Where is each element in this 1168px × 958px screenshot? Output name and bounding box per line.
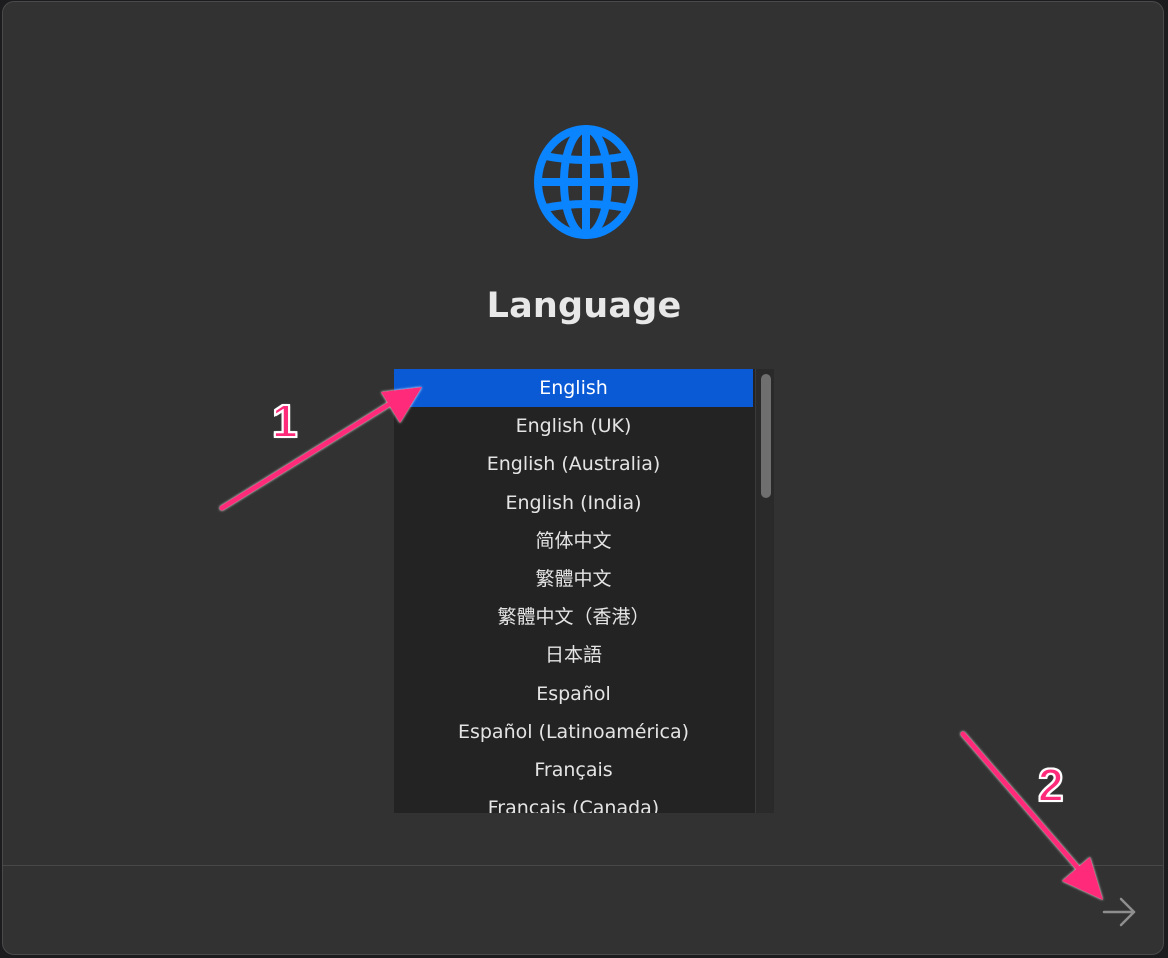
language-list[interactable]: English English (UK) English (Australia) En… (394, 369, 753, 813)
annotation-marker-1: 1 (271, 395, 299, 447)
language-list-container: English English (UK) English (Australia) En… (394, 369, 774, 813)
language-option[interactable]: Français (394, 751, 753, 789)
next-arrow-button[interactable] (1098, 894, 1140, 930)
language-option[interactable]: 繁體中文（香港） (394, 598, 753, 636)
page-title: Language (486, 286, 682, 326)
language-option[interactable]: English (Australia) (394, 445, 753, 483)
language-option[interactable]: 繁體中文 (394, 560, 753, 598)
footer-divider (3, 865, 1163, 866)
language-option[interactable]: 简体中文 (394, 522, 753, 560)
language-option[interactable]: Español (Latinoamérica) (394, 713, 753, 751)
language-option[interactable]: Español (394, 675, 753, 713)
language-option[interactable]: English (UK) (394, 407, 753, 445)
language-option[interactable]: English (India) (394, 484, 753, 522)
arrow-right-icon (1102, 897, 1136, 927)
globe-icon (534, 125, 638, 239)
scrollbar-thumb[interactable] (761, 374, 771, 498)
language-option[interactable]: 日本語 (394, 636, 753, 674)
language-option[interactable]: Français (Canada) (394, 789, 753, 813)
setup-window: Language English English (UK) English (Aus… (2, 1, 1164, 955)
annotation-marker-2: 2 (1037, 759, 1065, 811)
language-option[interactable]: English (394, 369, 753, 408)
scrollbar[interactable] (755, 369, 774, 813)
